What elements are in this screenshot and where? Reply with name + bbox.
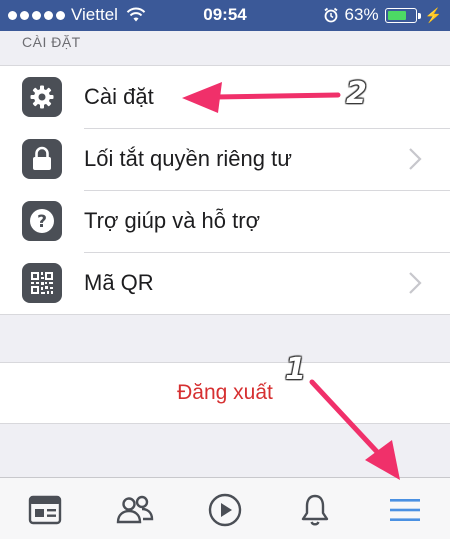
status-bar: Viettel 09:54 63% ⚡ [0, 0, 450, 31]
chevron-right-icon [409, 148, 422, 170]
help-icon: ? [22, 201, 62, 241]
battery-percent: 63% [344, 5, 379, 24]
section-header: CÀI ĐẶT [22, 34, 81, 50]
menu-item-qr-code[interactable]: Mã QR [0, 252, 450, 314]
bell-icon [301, 494, 329, 526]
logout-label: Đăng xuất [177, 381, 273, 404]
alarm-icon [323, 7, 338, 23]
bottom-tab-bar [0, 477, 450, 539]
tab-menu[interactable] [384, 490, 426, 530]
annotation-label-2: 2 [346, 76, 367, 111]
menu-item-privacy-shortcuts[interactable]: Lối tắt quyền riêng tư [0, 128, 450, 190]
qr-code-icon [22, 263, 62, 303]
svg-text:?: ? [37, 212, 47, 232]
settings-menu-list: Cài đặt Lối tắt quyền riêng tư ? Trợ giú… [0, 65, 450, 315]
tab-notifications[interactable] [294, 490, 336, 530]
play-icon [208, 493, 242, 527]
news-feed-icon [28, 495, 62, 525]
gear-icon [22, 77, 62, 117]
menu-item-help-support[interactable]: ? Trợ giúp và hỗ trợ [0, 190, 450, 252]
hamburger-menu-icon [390, 499, 420, 521]
tab-friends[interactable] [114, 490, 156, 530]
menu-item-settings[interactable]: Cài đặt [0, 66, 450, 128]
chevron-right-icon [409, 272, 422, 294]
battery-level [387, 10, 406, 20]
annotation-label-1: 1 [285, 352, 306, 387]
menu-item-label: Mã QR [84, 270, 154, 295]
lock-icon [22, 139, 62, 179]
charging-icon: ⚡ [424, 6, 442, 23]
menu-item-label: Trợ giúp và hỗ trợ [84, 208, 260, 233]
friends-icon [116, 495, 154, 524]
status-right: 63% ⚡ [323, 5, 442, 25]
menu-item-label: Cài đặt [84, 84, 154, 109]
tab-news-feed[interactable] [24, 490, 66, 530]
menu-item-label: Lối tắt quyền riêng tư [84, 146, 292, 171]
logout-button[interactable]: Đăng xuất [0, 362, 450, 424]
tab-watch[interactable] [204, 490, 246, 530]
section-spacer [0, 320, 450, 362]
battery-icon [384, 7, 421, 23]
